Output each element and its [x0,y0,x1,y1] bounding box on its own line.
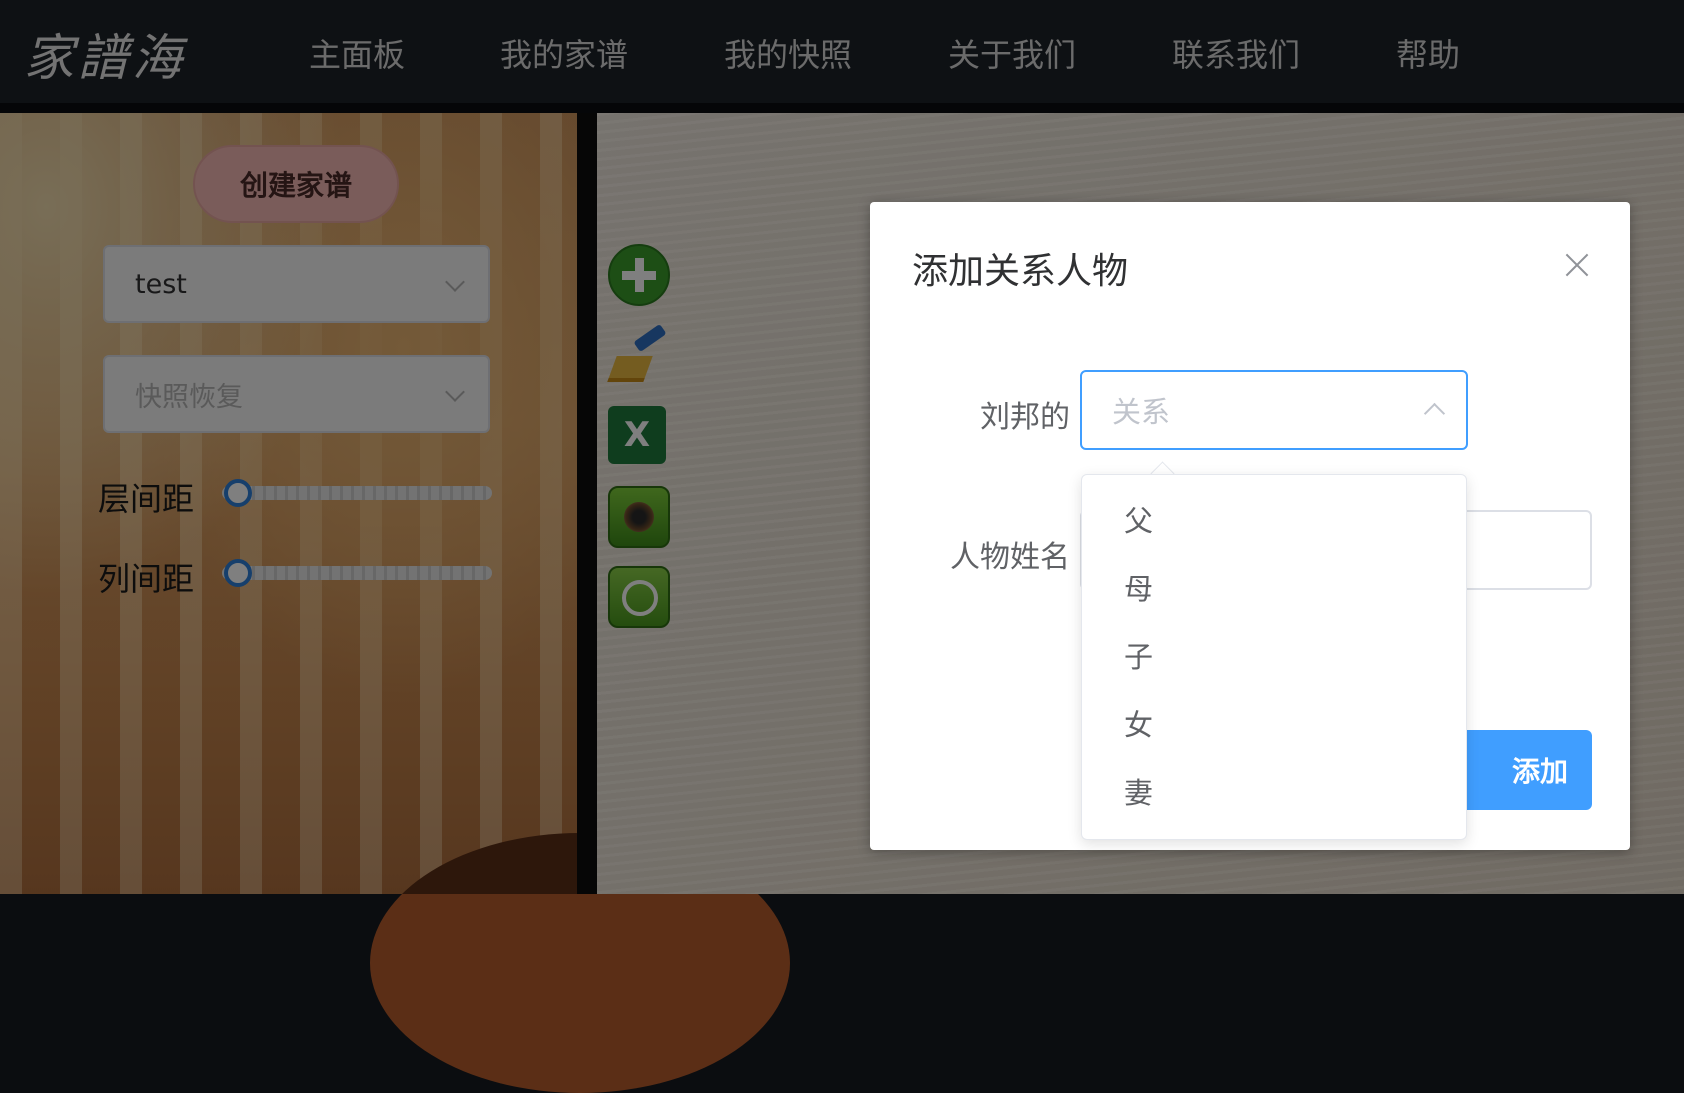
person-name-label: 人物姓名 [950,540,1070,575]
chevron-up-icon [1423,402,1446,425]
relation-select-placeholder: 关系 [1112,395,1171,429]
relation-select[interactable]: 关系 [1080,370,1468,450]
dialog-title: 添加关系人物 [912,251,1129,292]
dropdown-option-daughter[interactable]: 女 [1082,691,1466,759]
relation-label: 刘邦的 [980,400,1070,435]
dropdown-option-father[interactable]: 父 [1082,487,1466,555]
close-icon[interactable] [1562,250,1592,280]
relation-dropdown: 父 母 子 女 妻 [1081,474,1467,840]
add-button[interactable]: 添加 [1448,730,1592,810]
dropdown-option-mother[interactable]: 母 [1082,555,1466,623]
dropdown-option-wife[interactable]: 妻 [1082,759,1466,827]
dropdown-option-son[interactable]: 子 [1082,623,1466,691]
